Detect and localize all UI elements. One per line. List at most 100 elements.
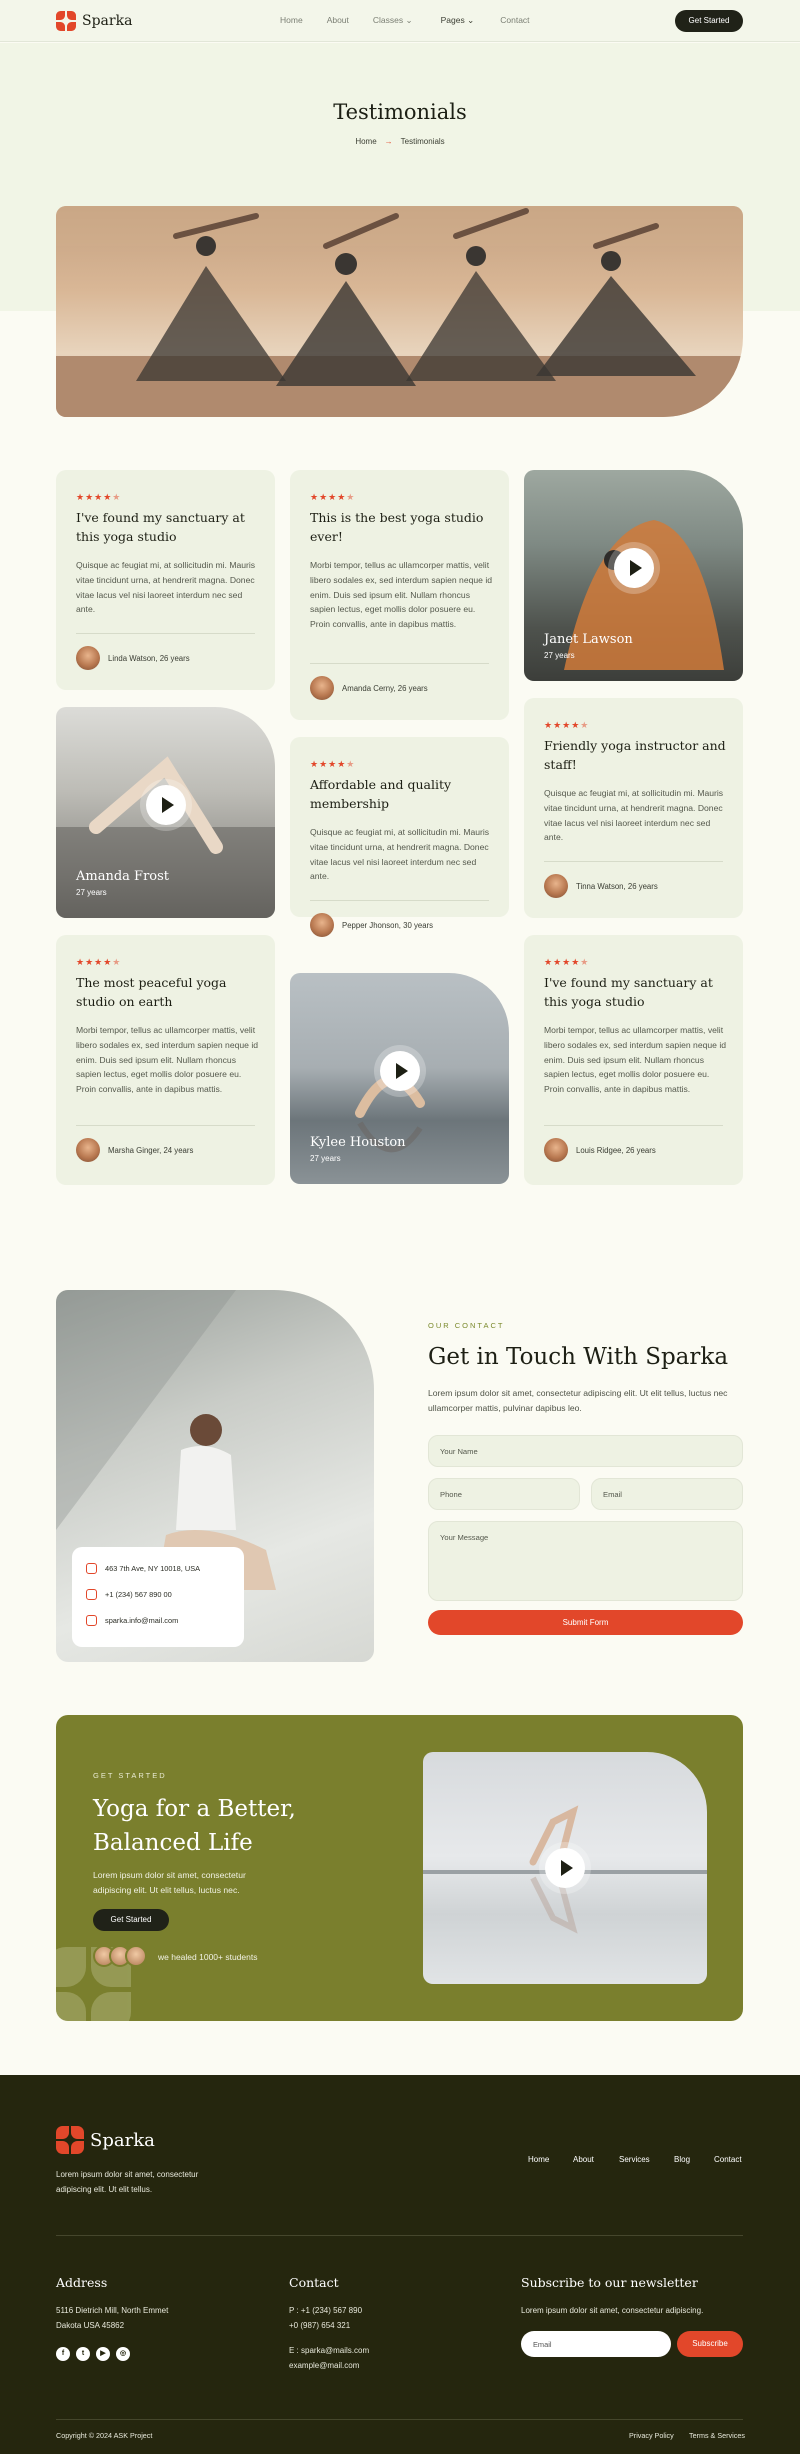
- divider: [310, 900, 489, 901]
- cta-eyebrow: GET STARTED: [93, 1771, 167, 1780]
- divider: [76, 1125, 255, 1126]
- star-rating: ★★★★★: [544, 957, 590, 967]
- star-rating: ★★★★★: [76, 957, 122, 967]
- flower-logo-icon: [56, 2126, 84, 2154]
- subscribe-button[interactable]: Subscribe: [677, 2331, 743, 2357]
- author-name: Amanda Cerny, 26 years: [342, 683, 428, 693]
- testimonial-title: Affordable and quality membership: [310, 777, 452, 811]
- address-heading: Address: [56, 2275, 108, 2290]
- newsletter-email-input[interactable]: Email: [521, 2331, 671, 2357]
- play-icon[interactable]: [380, 1051, 420, 1091]
- footer-link-contact[interactable]: Contact: [714, 2155, 742, 2164]
- breadcrumb-home[interactable]: Home: [355, 137, 376, 146]
- nav-contact[interactable]: Contact: [500, 15, 529, 26]
- contact-title: Get in Touch With Sparka: [428, 1344, 729, 1370]
- video-person-name: Janet Lawson: [544, 632, 633, 647]
- contact-info-card: 463 7th Ave, NY 10018, USA +1 (234) 567 …: [72, 1547, 244, 1647]
- video-testimonial[interactable]: Kylee Houston 27 years: [290, 973, 509, 1184]
- cta-get-started-button[interactable]: Get Started: [93, 1909, 169, 1931]
- testimonial-author: Amanda Cerny, 26 years: [310, 676, 428, 700]
- chevron-down-icon: ⌄: [467, 15, 475, 25]
- terms-link[interactable]: Terms & Services: [689, 2428, 745, 2443]
- testimonial-author: Marsha Ginger, 24 years: [76, 1138, 193, 1162]
- avatar: [544, 874, 568, 898]
- avatar: [310, 676, 334, 700]
- submit-form-button[interactable]: Submit Form: [428, 1610, 743, 1635]
- play-icon[interactable]: [614, 548, 654, 588]
- footer-link-services[interactable]: Services: [619, 2155, 650, 2164]
- star-rating: ★★★★★: [310, 492, 356, 502]
- divider: [76, 633, 255, 634]
- facebook-icon[interactable]: f: [56, 2347, 70, 2361]
- video-person-age: 27 years: [544, 651, 575, 660]
- testimonial-text: Morbi tempor, tellus ac ullamcorper matt…: [76, 1025, 259, 1095]
- testimonial-title: I've found my sanctuary at this yoga stu…: [76, 510, 245, 544]
- footer-about: Lorem ipsum dolor sit amet, consectetur …: [56, 2170, 199, 2194]
- cta-title-line1: Yoga for a Better,: [93, 1796, 296, 1822]
- author-name: Tinna Watson, 26 years: [576, 881, 658, 891]
- footer-phone2[interactable]: +0 (987) 654 321: [289, 2318, 350, 2333]
- avatar: [310, 913, 334, 937]
- divider: [544, 861, 723, 862]
- author-name: Louis Ridgee, 26 years: [576, 1145, 656, 1155]
- arrow-right-icon: →: [384, 137, 393, 146]
- logo[interactable]: Sparka: [56, 11, 132, 31]
- testimonial-text: Quisque ac feugiat mi, at sollicitudin m…: [76, 560, 256, 615]
- nav-pages-label: Pages: [440, 15, 465, 25]
- footer-email1[interactable]: E : sparka@mails.com: [289, 2343, 369, 2358]
- footer-logo[interactable]: Sparka: [56, 2126, 155, 2154]
- address-line2: Dakota USA 45862: [56, 2321, 125, 2330]
- nav-about[interactable]: About: [327, 15, 349, 26]
- student-avatars: [93, 1945, 147, 1967]
- testimonial-title: The most peaceful yoga studio on earth: [76, 975, 227, 1009]
- footer-link-home[interactable]: Home: [528, 2155, 549, 2164]
- privacy-policy-link[interactable]: Privacy Policy: [629, 2428, 674, 2443]
- instagram-icon[interactable]: ◎: [116, 2347, 130, 2361]
- footer-brand: Sparka: [90, 2129, 155, 2151]
- contact-eyebrow: OUR CONTACT: [428, 1321, 505, 1330]
- phone-row[interactable]: +1 (234) 567 890 00: [86, 1589, 172, 1600]
- phone-field[interactable]: Phone: [428, 1478, 580, 1510]
- breadcrumb: Home → Testimonials: [0, 137, 800, 146]
- footer-phone1[interactable]: P : +1 (234) 567 890: [289, 2303, 362, 2318]
- testimonial-card: ★★★★★ I've found my sanctuary at this yo…: [56, 470, 275, 690]
- play-icon[interactable]: [146, 785, 186, 825]
- get-started-button[interactable]: Get Started: [675, 10, 743, 32]
- cta-image: [423, 1752, 707, 1984]
- cta-title: Yoga for a Better, Balanced Life: [93, 1792, 296, 1860]
- footer-email2[interactable]: example@mail.com: [289, 2358, 359, 2373]
- youtube-icon[interactable]: ▶: [96, 2347, 110, 2361]
- play-icon[interactable]: [545, 1848, 585, 1888]
- divider: [310, 663, 489, 664]
- testimonial-text: Quisque ac feugiat mi, at sollicitudin m…: [310, 827, 490, 882]
- testimonial-card: ★★★★★ I've found my sanctuary at this yo…: [524, 935, 743, 1185]
- nav-home[interactable]: Home: [280, 15, 303, 26]
- video-testimonial[interactable]: Amanda Frost 27 years: [56, 707, 275, 918]
- email-field[interactable]: Email: [591, 1478, 743, 1510]
- author-name: Linda Watson, 26 years: [108, 653, 190, 663]
- newsletter-text: Lorem ipsum dolor sit amet, consectetur …: [521, 2306, 704, 2315]
- brand-name: Sparka: [82, 13, 133, 29]
- cta-banner: GET STARTED Yoga for a Better, Balanced …: [56, 1715, 743, 2021]
- footer-link-blog[interactable]: Blog: [674, 2155, 690, 2164]
- footer-link-about[interactable]: About: [573, 2155, 594, 2164]
- twitter-icon[interactable]: t: [76, 2347, 90, 2361]
- address-row: 463 7th Ave, NY 10018, USA: [86, 1563, 200, 1574]
- nav-classes[interactable]: Classes ⌄: [373, 15, 413, 26]
- newsletter-heading: Subscribe to our newsletter: [521, 2275, 698, 2290]
- email-row[interactable]: sparka.info@mail.com: [86, 1615, 178, 1626]
- nav-classes-label: Classes: [372, 15, 404, 25]
- testimonial-author: Louis Ridgee, 26 years: [544, 1138, 656, 1162]
- star-rating: ★★★★★: [76, 492, 122, 502]
- contact-lead: Lorem ipsum dolor sit amet, consectetur …: [428, 1388, 728, 1413]
- video-testimonial[interactable]: Janet Lawson 27 years: [524, 470, 743, 681]
- testimonial-text: Morbi tempor, tellus ac ullamcorper matt…: [544, 1025, 727, 1095]
- testimonial-card: ★★★★★ This is the best yoga studio ever!…: [290, 470, 509, 720]
- address-line1: 5116 Dietrich Mill, North Emmet: [56, 2306, 169, 2315]
- name-field[interactable]: Your Name: [428, 1435, 743, 1467]
- main-menu: Home About Classes ⌄ Pages ⌄ Contact: [280, 15, 530, 26]
- testimonial-card: ★★★★★ Friendly yoga instructor and staff…: [524, 698, 743, 918]
- author-name: Marsha Ginger, 24 years: [108, 1145, 194, 1155]
- nav-pages[interactable]: Pages ⌄: [441, 15, 475, 26]
- message-field[interactable]: Your Message: [428, 1521, 743, 1601]
